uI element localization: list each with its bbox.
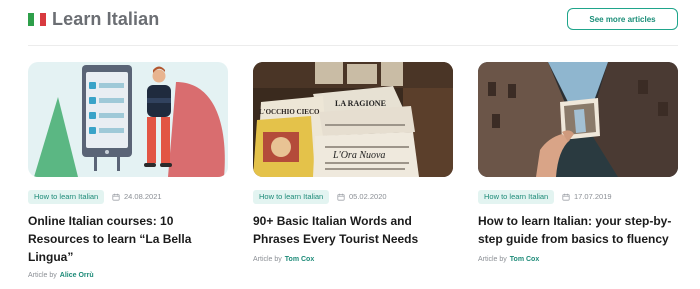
section-header: Learn Italian See more articles bbox=[28, 8, 678, 38]
byline-prefix: Article by bbox=[478, 256, 507, 263]
see-more-articles-button[interactable]: See more articles bbox=[567, 8, 678, 30]
article-card: L'OCCHIO CIECO LA RAGIONE L'Ora Nuova Ho… bbox=[253, 62, 453, 263]
calendar-icon bbox=[112, 193, 120, 201]
newspaper-title-3: L'Ora Nuova bbox=[332, 150, 385, 161]
phone-checklist-illustration bbox=[28, 62, 228, 177]
article-title[interactable]: Online Italian courses: 10 Resources to … bbox=[28, 212, 228, 266]
newspaper-title-2: LA RAGIONE bbox=[335, 99, 386, 108]
calendar-icon bbox=[337, 193, 345, 201]
article-date: 05.02.2020 bbox=[337, 190, 387, 204]
article-title[interactable]: How to learn Italian: your step-by-step … bbox=[478, 212, 678, 248]
article-image-phone-checklist[interactable] bbox=[28, 62, 228, 177]
article-byline: Article by Alice Orrù bbox=[28, 272, 94, 279]
article-date: 24.08.2021 bbox=[112, 190, 162, 204]
author-link[interactable]: Alice Orrù bbox=[60, 272, 94, 279]
article-title[interactable]: 90+ Basic Italian Words and Phrases Ever… bbox=[253, 212, 453, 248]
article-byline: Article by Tom Cox bbox=[478, 256, 539, 263]
article-image-venice[interactable] bbox=[478, 62, 678, 177]
article-byline: Article by Tom Cox bbox=[253, 256, 314, 263]
article-date-text: 24.08.2021 bbox=[124, 192, 162, 201]
section-title: Learn Italian bbox=[52, 9, 160, 29]
article-image-newspapers[interactable]: L'OCCHIO CIECO LA RAGIONE L'Ora Nuova bbox=[253, 62, 453, 177]
byline-prefix: Article by bbox=[253, 256, 282, 263]
article-card: How to learn Italian 24.08.2021 Online I… bbox=[28, 62, 228, 279]
byline-prefix: Article by bbox=[28, 272, 57, 279]
article-card: How to learn Italian 17.07.2019 How to l… bbox=[478, 62, 678, 263]
category-tag[interactable]: How to learn Italian bbox=[28, 190, 105, 204]
author-link[interactable]: Tom Cox bbox=[510, 256, 539, 263]
category-tag[interactable]: How to learn Italian bbox=[253, 190, 330, 204]
article-date-text: 05.02.2020 bbox=[349, 192, 387, 201]
italy-flag-icon bbox=[28, 13, 46, 26]
calendar-icon bbox=[562, 193, 570, 201]
article-date: 17.07.2019 bbox=[562, 190, 612, 204]
header-divider bbox=[28, 45, 678, 46]
italian-newspapers-photo: L'OCCHIO CIECO LA RAGIONE L'Ora Nuova bbox=[253, 62, 453, 177]
author-link[interactable]: Tom Cox bbox=[285, 256, 314, 263]
venice-canal-photo bbox=[478, 62, 678, 177]
category-tag[interactable]: How to learn Italian bbox=[478, 190, 555, 204]
newspaper-title-1: L'OCCHIO CIECO bbox=[259, 108, 320, 116]
article-date-text: 17.07.2019 bbox=[574, 192, 612, 201]
